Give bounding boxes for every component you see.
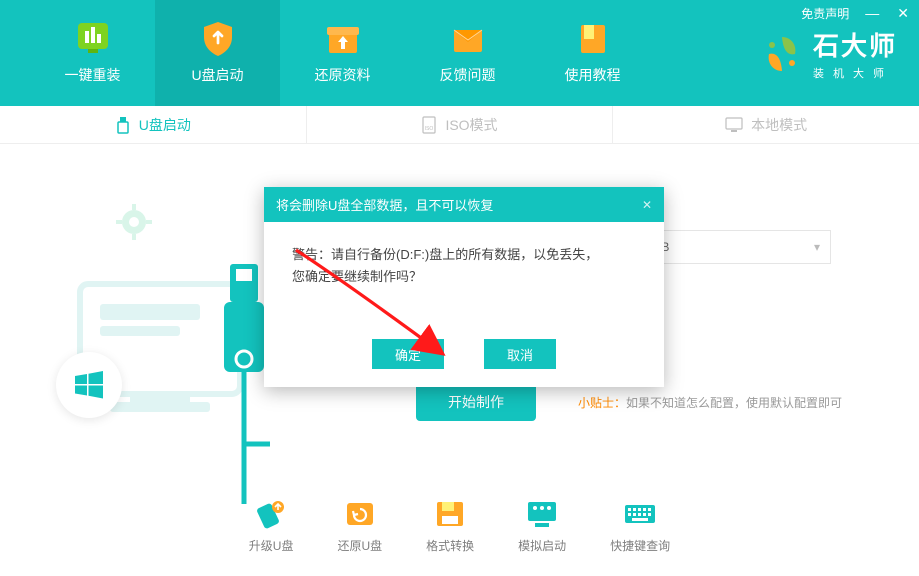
nav-usb-boot[interactable]: U盘启动: [155, 0, 280, 106]
disclaimer-link[interactable]: 免责声明: [801, 5, 849, 22]
tool-label: 模拟启动: [518, 537, 566, 554]
tool-label: 格式转换: [426, 537, 474, 554]
gear-icon: [114, 202, 154, 242]
nav-feedback[interactable]: 反馈问题: [405, 0, 530, 106]
dialog-titlebar: 将会删除U盘全部数据，且不可以恢复 ✕: [264, 187, 664, 222]
subtab-iso[interactable]: ISO ISO模式: [307, 106, 614, 143]
tip-text: 小贴士：如果不知道怎么配置，使用默认配置即可: [578, 394, 842, 411]
nav-tutorial[interactable]: 使用教程: [530, 0, 655, 106]
confirm-dialog: 将会删除U盘全部数据，且不可以恢复 ✕ 警告：请自行备份(D:F:)盘上的所有数…: [264, 187, 664, 387]
tool-label: 还原U盘: [337, 537, 382, 554]
main-area: GB ▾ 开始制作 小贴士：如果不知道怎么配置，使用默认配置即可 升级U盘 还原…: [0, 144, 919, 576]
dialog-title-text: 将会删除U盘全部数据，且不可以恢复: [276, 195, 493, 214]
dialog-line1: 警告：请自行备份(D:F:)盘上的所有数据，以免丢失，: [292, 244, 636, 266]
dialog-line2: 您确定要继续制作吗？: [292, 266, 636, 288]
nav-restore[interactable]: 还原资料: [280, 0, 405, 106]
tip-prefix: 小贴士：: [578, 396, 626, 410]
restore-icon: [343, 499, 377, 529]
dialog-cancel-button[interactable]: 取消: [484, 339, 556, 369]
chevron-down-icon: ▾: [814, 240, 820, 254]
tool-simulate-boot[interactable]: 模拟启动: [518, 499, 566, 554]
subtab-label: 本地模式: [751, 115, 807, 135]
tool-upgrade-usb[interactable]: 升级U盘: [249, 499, 294, 554]
book-icon: [572, 21, 614, 57]
monitor-icon: [725, 117, 743, 133]
tool-restore-usb[interactable]: 还原U盘: [337, 499, 382, 554]
start-button-label: 开始制作: [448, 392, 504, 412]
subtab-usb-boot[interactable]: U盘启动: [0, 106, 307, 143]
windows-icon: [72, 368, 106, 402]
nav-label: 还原资料: [315, 65, 371, 85]
logo-icon: [761, 33, 803, 75]
windows-bubble: [56, 352, 122, 418]
nav-label: 一键重装: [65, 65, 121, 85]
brand-logo: 石大师 装机大师: [761, 26, 897, 81]
start-button[interactable]: 开始制作: [416, 383, 536, 421]
nav-reinstall[interactable]: 一键重装: [30, 0, 155, 106]
usb-up-icon: [254, 499, 288, 529]
nav-label: 使用教程: [565, 65, 621, 85]
dialog-close-button[interactable]: ✕: [642, 198, 652, 212]
dialog-actions: 确定 取消: [264, 339, 664, 369]
box-up-icon: [322, 21, 364, 57]
subtab-label: U盘启动: [139, 115, 191, 135]
tool-shortcut-lookup[interactable]: 快捷键查询: [610, 499, 670, 554]
usb-illustration: [200, 264, 270, 514]
header: 一键重装 U盘启动 还原资料 反馈问题 使用教程 石大师 装: [0, 0, 919, 106]
subtabs: U盘启动 ISO ISO模式 本地模式: [0, 106, 919, 144]
nav-label: 反馈问题: [440, 65, 496, 85]
subtab-label: ISO模式: [445, 115, 497, 135]
ok-label: 确定: [395, 345, 421, 364]
tool-label: 快捷键查询: [610, 537, 670, 554]
close-button[interactable]: ✕: [895, 4, 911, 22]
save-icon: [433, 499, 467, 529]
nav-label: U盘启动: [191, 65, 243, 85]
chart-icon: [72, 21, 114, 57]
dialog-body: 警告：请自行备份(D:F:)盘上的所有数据，以免丢失， 您确定要继续制作吗？: [264, 222, 664, 288]
keyboard-icon: [623, 499, 657, 529]
capacity-select[interactable]: GB ▾: [641, 230, 831, 264]
svg-text:ISO: ISO: [425, 126, 434, 132]
cancel-label: 取消: [507, 345, 533, 364]
tool-format-convert[interactable]: 格式转换: [426, 499, 474, 554]
bottom-toolbar: 升级U盘 还原U盘 格式转换 模拟启动 快捷键查询: [0, 499, 919, 554]
usb-icon: [115, 116, 131, 134]
shield-icon: [197, 21, 239, 57]
tip-body: 如果不知道怎么配置，使用默认配置即可: [626, 396, 842, 410]
minimize-button[interactable]: —: [863, 4, 881, 22]
subtab-local[interactable]: 本地模式: [613, 106, 919, 143]
brand-name: 石大师: [813, 26, 897, 63]
brand-subtitle: 装机大师: [813, 65, 897, 81]
file-icon: ISO: [421, 116, 437, 134]
window-controls: 免责声明 — ✕: [801, 4, 911, 22]
monitor-icon: [525, 499, 559, 529]
mail-icon: [447, 21, 489, 57]
dialog-ok-button[interactable]: 确定: [372, 339, 444, 369]
tool-label: 升级U盘: [249, 537, 294, 554]
